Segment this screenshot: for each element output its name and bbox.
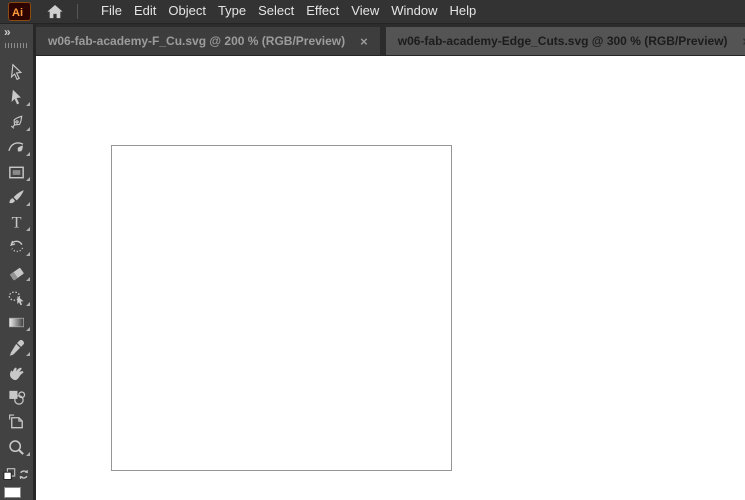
direct-selection-tool-button[interactable] bbox=[0, 85, 33, 110]
flyout-indicator bbox=[26, 227, 30, 231]
zoom-tool-button[interactable] bbox=[0, 435, 33, 460]
menubar-divider bbox=[77, 4, 78, 19]
hand-tool-icon bbox=[9, 367, 24, 381]
eraser-tool-button[interactable] bbox=[0, 260, 33, 285]
fill-stroke-controls bbox=[0, 463, 33, 485]
artboard[interactable] bbox=[111, 145, 452, 471]
shaper-tool-button[interactable] bbox=[0, 285, 33, 310]
type-tool-icon: T bbox=[12, 215, 22, 232]
pen-tool-button[interactable] bbox=[0, 110, 33, 135]
app-logo-text: Ai bbox=[12, 7, 23, 19]
eyedropper-tool-button[interactable] bbox=[0, 335, 33, 360]
eraser-tool-icon bbox=[10, 267, 24, 281]
toolbar: » T bbox=[0, 24, 36, 500]
svg-text:T: T bbox=[12, 215, 22, 232]
type-tool-button[interactable]: T bbox=[0, 210, 33, 235]
menu-item-edit[interactable]: Edit bbox=[128, 0, 162, 24]
flyout-indicator bbox=[26, 102, 30, 106]
shape-builder-tool-icon bbox=[9, 390, 26, 405]
fill-stroke-icon[interactable] bbox=[2, 466, 17, 483]
document-tab-title: w06-fab-academy-Edge_Cuts.svg @ 300 % (R… bbox=[397, 34, 728, 48]
flyout-indicator bbox=[26, 327, 30, 331]
flyout-indicator bbox=[26, 177, 30, 181]
zoom-tool-icon bbox=[9, 440, 24, 455]
toolbar-grip-handle[interactable] bbox=[5, 43, 28, 48]
document-area: w06-fab-academy-F_Cu.svg @ 200 % (RGB/Pr… bbox=[36, 24, 745, 500]
app-logo: Ai bbox=[8, 2, 31, 21]
home-button[interactable] bbox=[44, 2, 66, 22]
swap-fill-stroke-icon[interactable] bbox=[17, 467, 31, 482]
curvature-tool-button[interactable] bbox=[0, 135, 33, 160]
canvas[interactable] bbox=[36, 56, 745, 500]
gradient-tool-button[interactable] bbox=[0, 310, 33, 335]
menu-item-effect[interactable]: Effect bbox=[300, 0, 345, 24]
selection-tool-icon bbox=[10, 63, 23, 81]
flyout-indicator bbox=[26, 452, 30, 456]
home-icon bbox=[47, 4, 63, 18]
hand-tool-button[interactable] bbox=[0, 360, 33, 385]
paintbrush-tool-button[interactable] bbox=[0, 185, 33, 210]
flyout-indicator bbox=[26, 252, 30, 256]
document-tab-title: w06-fab-academy-F_Cu.svg @ 200 % (RGB/Pr… bbox=[48, 34, 346, 48]
menu-item-select[interactable]: Select bbox=[252, 0, 300, 24]
flyout-indicator bbox=[26, 302, 30, 306]
toolbar-collapse-button[interactable]: » bbox=[0, 24, 33, 40]
menu-item-help[interactable]: Help bbox=[443, 0, 482, 24]
illustrator-window: Ai File Edit Object Type Select Effect V… bbox=[0, 0, 745, 500]
rectangle-tool-button[interactable] bbox=[0, 160, 33, 185]
rotate-tool-icon bbox=[10, 240, 24, 253]
document-tab-f-cu[interactable]: w06-fab-academy-F_Cu.svg @ 200 % (RGB/Pr… bbox=[36, 27, 380, 55]
flyout-indicator bbox=[26, 152, 30, 156]
shape-builder-tool-button[interactable] bbox=[0, 385, 33, 410]
menu-items: File Edit Object Type Select Effect View… bbox=[95, 0, 482, 24]
menu-item-object[interactable]: Object bbox=[162, 0, 212, 24]
selection-tool-button[interactable] bbox=[0, 60, 33, 85]
flyout-indicator bbox=[26, 127, 30, 131]
menu-item-window[interactable]: Window bbox=[385, 0, 443, 24]
eyedropper-tool-icon bbox=[9, 339, 25, 356]
menu-bar: Ai File Edit Object Type Select Effect V… bbox=[0, 0, 745, 24]
fill-color-swatch[interactable] bbox=[4, 487, 21, 498]
menu-item-file[interactable]: File bbox=[95, 0, 128, 24]
document-tab-edge-cuts[interactable]: w06-fab-academy-Edge_Cuts.svg @ 300 % (R… bbox=[385, 27, 745, 55]
curvature-tool-icon bbox=[8, 142, 24, 152]
paintbrush-tool-icon bbox=[9, 190, 24, 204]
pen-tool-icon bbox=[10, 115, 23, 129]
flyout-indicator bbox=[26, 352, 30, 356]
rectangle-tool-icon bbox=[9, 166, 24, 179]
gradient-tool-icon bbox=[8, 317, 25, 328]
shaper-tool-icon bbox=[8, 291, 24, 306]
rotate-tool-button[interactable] bbox=[0, 235, 33, 260]
menu-item-type[interactable]: Type bbox=[212, 0, 252, 24]
artboard-tool-button[interactable] bbox=[0, 410, 33, 435]
artboard-tool-icon bbox=[9, 414, 23, 429]
document-tab-bar: w06-fab-academy-F_Cu.svg @ 200 % (RGB/Pr… bbox=[36, 24, 745, 56]
flyout-indicator bbox=[26, 277, 30, 281]
direct-selection-tool-icon bbox=[11, 89, 21, 105]
flyout-indicator bbox=[26, 202, 30, 206]
menu-item-view[interactable]: View bbox=[345, 0, 385, 24]
tab-close-icon[interactable]: × bbox=[360, 35, 368, 48]
